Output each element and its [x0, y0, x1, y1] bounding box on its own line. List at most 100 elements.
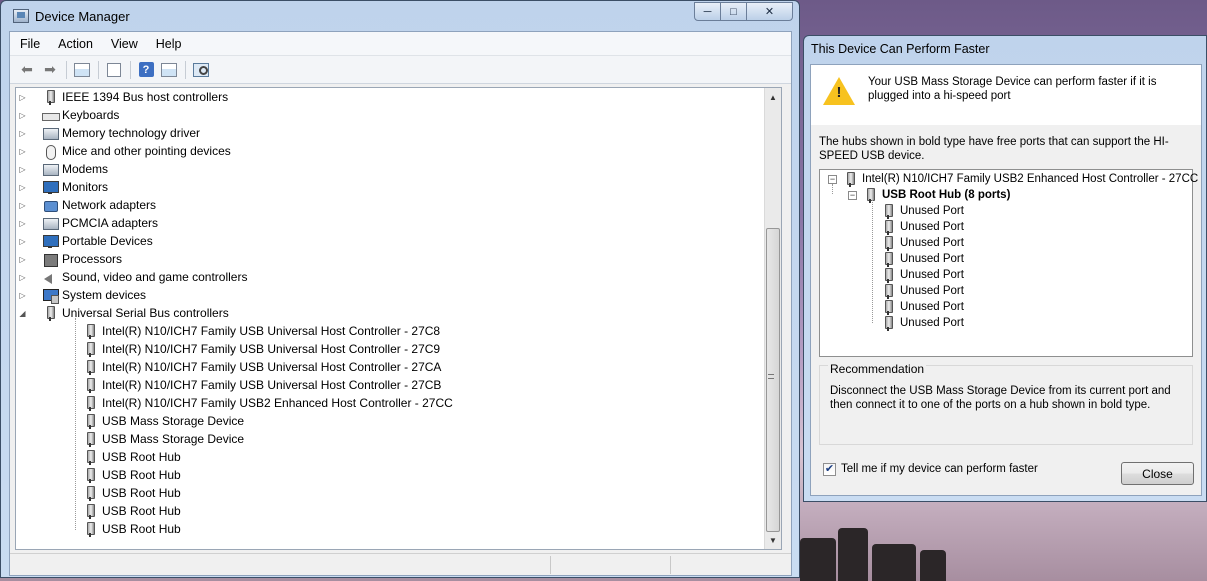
tree-item-label: Network adapters [62, 198, 157, 212]
show-hide-console-tree-icon[interactable] [71, 60, 93, 80]
collapse-icon[interactable]: − [828, 175, 837, 184]
device-tree[interactable]: ▷ IEEE 1394 Bus host controllers ▷ Keybo… [15, 87, 782, 550]
tree-item-label: Universal Serial Bus controllers [62, 306, 229, 320]
hub-tree-controller[interactable]: Intel(R) N10/ICH7 Family USB2 Enhanced H… [842, 171, 1198, 187]
box-icon [42, 162, 59, 177]
expand-arrow-icon[interactable]: ▷ [18, 237, 27, 246]
port-label: Unused Port [900, 285, 964, 297]
forward-icon[interactable]: ➡ [39, 60, 61, 80]
usb-device-row[interactable]: Intel(R) N10/ICH7 Family USB Universal H… [82, 340, 440, 358]
menu-view[interactable]: View [103, 37, 146, 51]
tree-item-pcmcia[interactable]: ▷ PCMCIA adapters [19, 214, 158, 232]
tree-item-system-devices[interactable]: ▷ System devices [19, 286, 146, 304]
collapse-arrow-icon[interactable]: ◢ [18, 309, 27, 318]
tree-item-network-adapters[interactable]: ▷ Network adapters [19, 196, 157, 214]
minimize-button[interactable]: ─ [694, 2, 721, 21]
usb-device-row[interactable]: Intel(R) N10/ICH7 Family USB Universal H… [82, 322, 440, 340]
hub-port-row[interactable]: Unused Port [880, 203, 964, 219]
hub-port-row[interactable]: Unused Port [880, 235, 964, 251]
scroll-up-arrow-icon[interactable]: ▲ [765, 89, 781, 105]
usb-device-row[interactable]: Intel(R) N10/ICH7 Family USB2 Enhanced H… [82, 394, 453, 412]
usb-device-row[interactable]: USB Root Hub [82, 520, 181, 538]
hub-port-row[interactable]: Unused Port [880, 251, 964, 267]
help-icon[interactable]: ? [135, 60, 157, 80]
expand-arrow-icon[interactable]: ▷ [18, 255, 27, 264]
expand-arrow-icon[interactable]: ▷ [18, 201, 27, 210]
usb-device-row[interactable]: Intel(R) N10/ICH7 Family USB Universal H… [82, 358, 441, 376]
tree-item-mice[interactable]: ▷ Mice and other pointing devices [19, 142, 231, 160]
hub-port-row[interactable]: Unused Port [880, 219, 964, 235]
tree-item-monitors[interactable]: ▷ Monitors [19, 178, 108, 196]
notify-checkbox-label[interactable]: Tell me if my device can perform faster [841, 463, 1038, 475]
controller-label: Intel(R) N10/ICH7 Family USB2 Enhanced H… [862, 173, 1199, 185]
tree-item-label: Sound, video and game controllers [62, 270, 248, 284]
tree-item-memory-technology[interactable]: ▷ Memory technology driver [19, 124, 200, 142]
usb-device-row[interactable]: USB Mass Storage Device [82, 430, 244, 448]
menu-file[interactable]: File [12, 37, 48, 51]
notify-checkbox[interactable]: ✔ [823, 463, 836, 476]
collapse-icon[interactable]: − [848, 191, 857, 200]
close-button[interactable]: Close [1121, 462, 1194, 485]
hub-port-row[interactable]: Unused Port [880, 315, 964, 331]
tree-item-ieee1394[interactable]: ▷ IEEE 1394 Bus host controllers [19, 88, 228, 106]
menu-action[interactable]: Action [50, 37, 101, 51]
console-properties-icon[interactable] [158, 60, 180, 80]
port-label: Unused Port [900, 221, 964, 233]
usb-icon [82, 431, 98, 447]
tree-item-label: Processors [62, 252, 123, 266]
recommendation-group: Recommendation Disconnect the USB Mass S… [819, 362, 1193, 445]
scroll-thumb[interactable] [766, 228, 780, 532]
usb-device-row[interactable]: USB Mass Storage Device [82, 412, 244, 430]
usb-icon [82, 449, 98, 465]
tree-item-sound-video[interactable]: ▷ Sound, video and game controllers [19, 268, 248, 286]
hub-port-row[interactable]: Unused Port [880, 299, 964, 315]
tree-item-modems[interactable]: ▷ Modems [19, 160, 108, 178]
expand-arrow-icon[interactable]: ▷ [18, 219, 27, 228]
usb-device-row[interactable]: Intel(R) N10/ICH7 Family USB Universal H… [82, 376, 441, 394]
usb-port-icon [880, 219, 896, 235]
tree-item-keyboards[interactable]: ▷ Keyboards [19, 106, 119, 124]
box-icon [42, 216, 59, 231]
device-label: USB Root Hub [102, 522, 181, 536]
toolbar: ⬅ ➡ ? [10, 56, 791, 84]
monitor-icon [42, 234, 59, 249]
expand-arrow-icon[interactable]: ▷ [18, 165, 27, 174]
root-hub-label: USB Root Hub (8 ports) [882, 189, 1011, 201]
close-window-button[interactable]: ✕ [746, 2, 793, 21]
hub-tree-root-hub[interactable]: USB Root Hub (8 ports) [862, 187, 1010, 203]
properties-icon[interactable] [103, 60, 125, 80]
title-bar[interactable]: Device Manager ─ □ ✕ [1, 1, 799, 32]
usb-device-row[interactable]: USB Root Hub [82, 466, 181, 484]
usb-device-row[interactable]: USB Root Hub [82, 484, 181, 502]
perform-faster-dialog: This Device Can Perform Faster ! Your US… [803, 35, 1207, 502]
usb-icon [82, 395, 98, 411]
menu-help[interactable]: Help [148, 37, 190, 51]
expand-arrow-icon[interactable]: ▷ [18, 273, 27, 282]
usb-icon [82, 323, 98, 339]
device-manager-window: Device Manager ─ □ ✕ File Action View He… [0, 0, 800, 578]
hub-port-row[interactable]: Unused Port [880, 267, 964, 283]
usb-port-icon [880, 299, 896, 315]
tree-item-usb-controllers[interactable]: ◢ Universal Serial Bus controllers [19, 304, 229, 322]
usb-port-icon [880, 203, 896, 219]
usb-icon [82, 359, 98, 375]
expand-arrow-icon[interactable]: ▷ [18, 291, 27, 300]
expand-arrow-icon[interactable]: ▷ [18, 93, 27, 102]
expand-arrow-icon[interactable]: ▷ [18, 147, 27, 156]
expand-arrow-icon[interactable]: ▷ [18, 129, 27, 138]
sound-icon [42, 270, 58, 285]
maximize-button[interactable]: □ [720, 2, 747, 21]
recommendation-title: Recommendation [828, 362, 927, 376]
tree-item-processors[interactable]: ▷ Processors [19, 250, 123, 268]
usb-device-row[interactable]: USB Root Hub [82, 502, 181, 520]
vertical-scrollbar[interactable]: ▲ ▼ [764, 88, 781, 549]
scan-hardware-icon[interactable] [190, 60, 212, 80]
expand-arrow-icon[interactable]: ▷ [18, 183, 27, 192]
usb-device-row[interactable]: USB Root Hub [82, 448, 181, 466]
tree-item-portable-devices[interactable]: ▷ Portable Devices [19, 232, 152, 250]
hub-tree[interactable]: − Intel(R) N10/ICH7 Family USB2 Enhanced… [819, 169, 1198, 357]
expand-arrow-icon[interactable]: ▷ [18, 111, 27, 120]
back-icon[interactable]: ⬅ [16, 60, 38, 80]
hub-port-row[interactable]: Unused Port [880, 283, 964, 299]
scroll-down-arrow-icon[interactable]: ▼ [765, 532, 781, 548]
